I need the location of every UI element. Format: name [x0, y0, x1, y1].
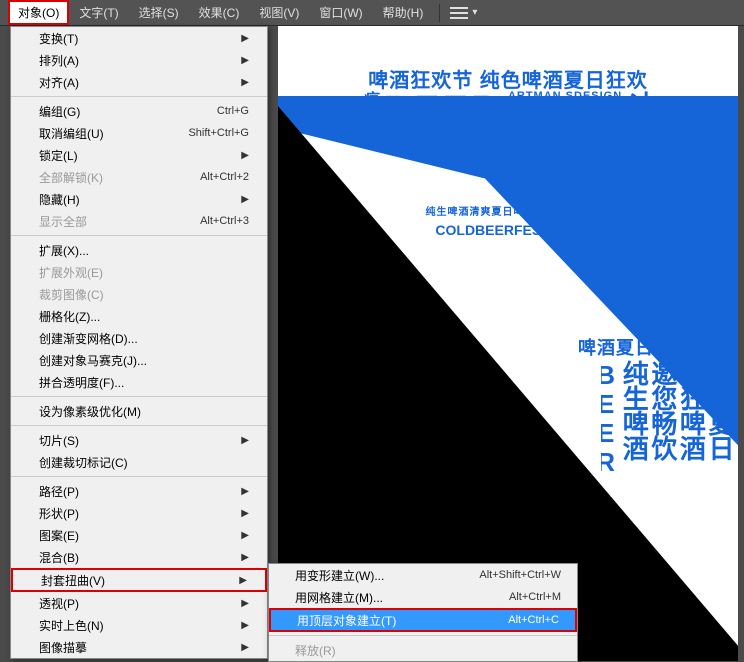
menu-item[interactable]: 图案(E)▶	[11, 524, 267, 546]
vertical-text-block: 冰爽夏日疯狂啤酒邀您畅饮纯生啤酒BEER冰爽啤酒CRAZYBEER啤酒节	[601, 356, 738, 661]
menu-item[interactable]: 设为像素级优化(M)	[11, 400, 267, 422]
menu-item[interactable]: 取消编组(U)Shift+Ctrl+G	[11, 122, 267, 144]
menu-item: 显示全部Alt+Ctrl+3	[11, 210, 267, 232]
object-dropdown: 变换(T)▶排列(A)▶对齐(A)▶ 编组(G)Ctrl+G取消编组(U)Shif…	[10, 26, 268, 659]
cursor-icon: ↖	[650, 636, 662, 653]
menu-item[interactable]: 封套扭曲(V)▶	[11, 568, 267, 592]
menu-item[interactable]: 编组(G)Ctrl+G	[11, 100, 267, 122]
menu-item[interactable]: 创建渐变网格(D)...	[11, 327, 267, 349]
menu-help[interactable]: 帮助(H)	[373, 0, 434, 25]
menu-item[interactable]: 实时上色(N)▶	[11, 614, 267, 636]
chevron-down-icon[interactable]: ▾	[472, 7, 477, 18]
menu-item[interactable]: 创建对象马赛克(J)...	[11, 349, 267, 371]
menu-item[interactable]: 形状(P)▶	[11, 502, 267, 524]
submenu-item: 释放(R)	[269, 639, 577, 661]
menu-item[interactable]: 图像描摹▶	[11, 636, 267, 658]
menu-object[interactable]: 对象(O)	[8, 0, 69, 25]
menu-item[interactable]: 切片(S)▶	[11, 429, 267, 451]
menubar: 对象(O) 文字(T) 选择(S) 效果(C) 视图(V) 窗口(W) 帮助(H…	[0, 0, 744, 26]
menu-item[interactable]: 锁定(L)▶	[11, 144, 267, 166]
menu-item[interactable]: 隐藏(H)▶	[11, 188, 267, 210]
menu-select[interactable]: 选择(S)	[129, 0, 189, 25]
menu-item: 全部解锁(K)Alt+Ctrl+2	[11, 166, 267, 188]
menu-effect[interactable]: 效果(C)	[189, 0, 250, 25]
menu-item: 裁剪图像(C)	[11, 283, 267, 305]
menu-text[interactable]: 文字(T)	[69, 0, 128, 25]
menu-item[interactable]: 拼合透明度(F)...	[11, 371, 267, 393]
workspace-switcher-icon[interactable]	[450, 7, 468, 19]
submenu-item[interactable]: 用顶层对象建立(T)Alt+Ctrl+C	[269, 608, 577, 632]
menu-window[interactable]: 窗口(W)	[309, 0, 372, 25]
menu-item: 扩展外观(E)	[11, 261, 267, 283]
menu-divider	[439, 4, 440, 22]
menu-item[interactable]: 扩展(X)...	[11, 239, 267, 261]
menu-item[interactable]: 栅格化(Z)...	[11, 305, 267, 327]
menu-item[interactable]: 路径(P)▶	[11, 480, 267, 502]
envelope-distort-submenu: 用变形建立(W)...Alt+Shift+Ctrl+W用网格建立(M)...Al…	[268, 563, 578, 662]
menu-item[interactable]: 变换(T)▶	[11, 27, 267, 49]
menu-view[interactable]: 视图(V)	[249, 0, 309, 25]
menu-item[interactable]: 透视(P)▶	[11, 592, 267, 614]
submenu-item[interactable]: 用网格建立(M)...Alt+Ctrl+M	[269, 586, 577, 608]
submenu-item[interactable]: 用变形建立(W)...Alt+Shift+Ctrl+W	[269, 564, 577, 586]
menu-item[interactable]: 混合(B)▶	[11, 546, 267, 568]
menu-item[interactable]: 排列(A)▶	[11, 49, 267, 71]
menu-item[interactable]: 对齐(A)▶	[11, 71, 267, 93]
menu-item[interactable]: 创建裁切标记(C)	[11, 451, 267, 473]
